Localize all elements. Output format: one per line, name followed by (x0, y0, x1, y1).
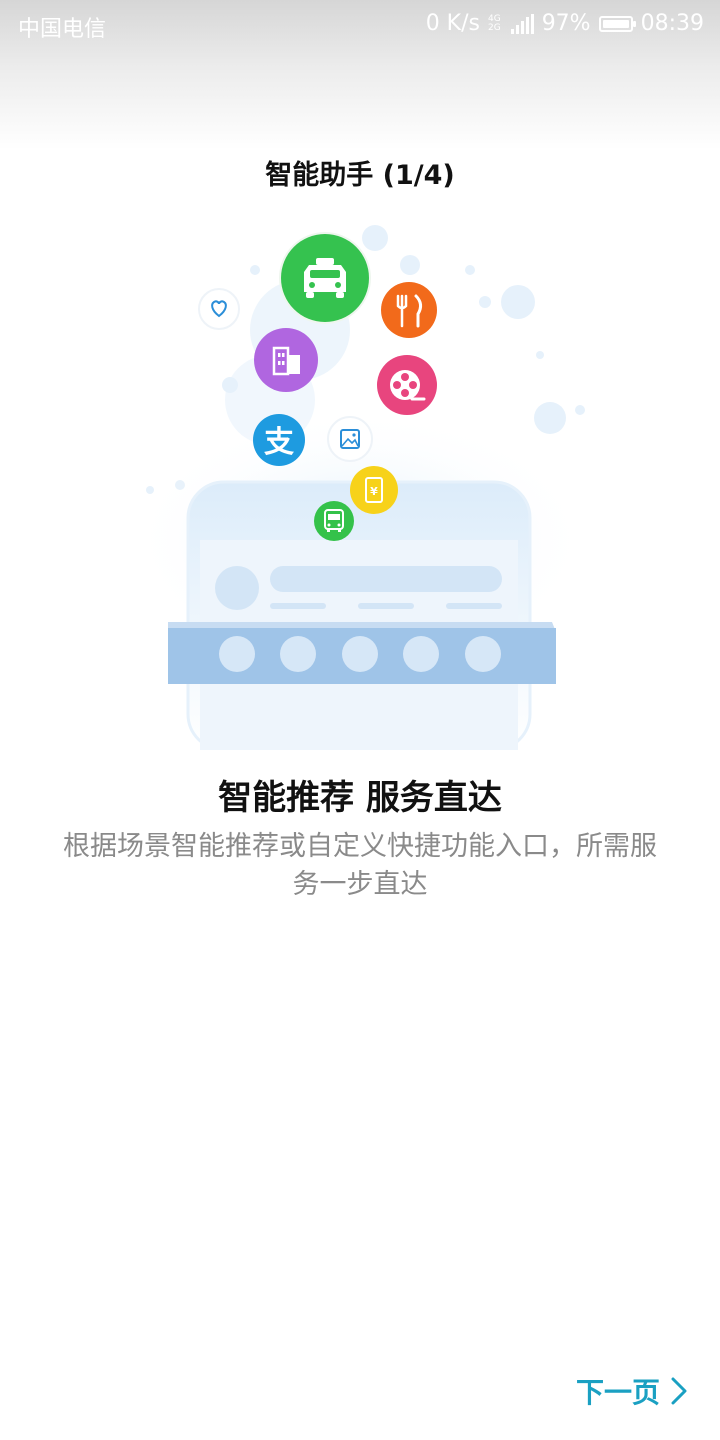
page-title: 智能助手 (1/4) (265, 160, 455, 191)
status-bar: 中国电信 0 K/s 4G 2G 97% 08:39 (0, 0, 720, 50)
heart-icon (198, 288, 240, 330)
clock: 08:39 (640, 11, 704, 36)
next-page-label: 下一页 (575, 1376, 660, 1409)
next-page-button[interactable]: 下一页 (576, 1370, 688, 1412)
image-icon (327, 416, 373, 462)
battery-icon (598, 15, 636, 32)
yuan-phone-icon: ¥ (350, 466, 398, 514)
network-speed: 0 K/s (425, 11, 480, 36)
phone-mockup (168, 480, 556, 750)
fork-knife-icon (381, 282, 437, 338)
alipay-icon: 支 (253, 414, 305, 466)
feature-illustration: 支 ¥ (130, 225, 590, 750)
signal-icon (510, 13, 534, 34)
film-reel-icon (377, 355, 437, 415)
carrier-label: 中国电信 (18, 17, 107, 42)
feature-description: 根据场景智能推荐或自定义快捷功能入口，所需服务一步直达 (63, 831, 657, 900)
bus-icon (314, 501, 354, 541)
chevron-right-icon (671, 1377, 687, 1405)
status-right: 0 K/s 4G 2G 97% 08:39 (426, 11, 704, 36)
network-type-icon: 4G 2G (487, 14, 501, 33)
network-bottom: 2G (487, 22, 501, 33)
svg-text:支: 支 (264, 425, 294, 460)
svg-text:¥: ¥ (370, 485, 378, 498)
building-icon (254, 328, 318, 392)
feature-headline: 智能推荐 服务直达 (218, 778, 502, 818)
battery-percent: 97% (541, 11, 591, 36)
onboarding-screen: 中国电信 0 K/s 4G 2G 97% 08:39 智能助手 (1/4) 支 … (0, 0, 720, 1440)
taxi-icon (279, 232, 371, 324)
